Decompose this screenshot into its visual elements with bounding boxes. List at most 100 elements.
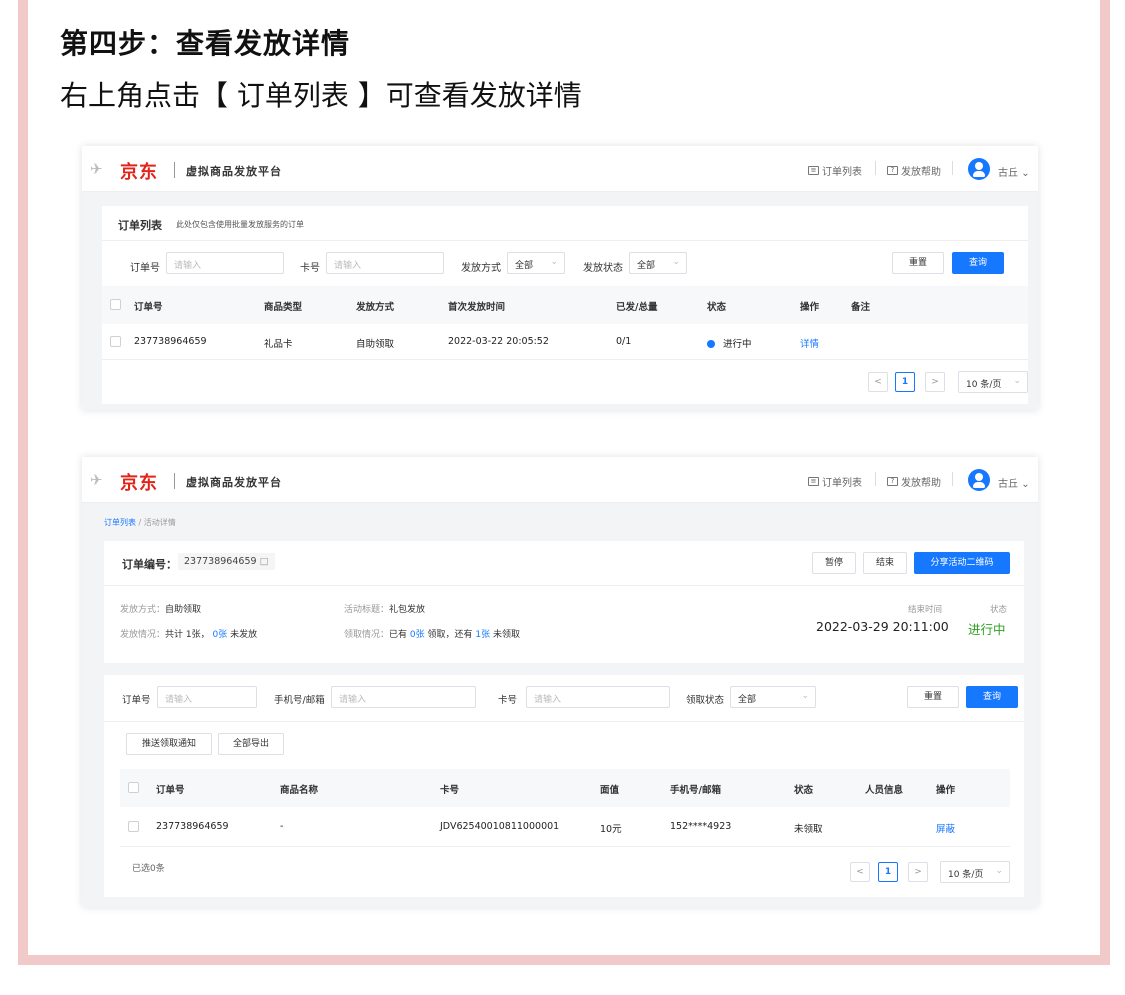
column-header: 订单号 [134,302,163,313]
issue-info: 发放情况：共计 1张， 0张 未发放 [120,627,257,640]
page-size-select[interactable]: 10 条/页 ⌄ [958,371,1028,393]
user-menu[interactable]: 古丘 ⌄ [998,475,1030,490]
column-header: 商品类型 [264,302,303,313]
status-cell: 进行中 [707,336,752,350]
order-no-label: 订单编号： [122,558,177,571]
issue-suffix: 未发放 [230,630,258,640]
card-no-input[interactable]: 请输入 [326,252,444,274]
top-bar: ✈ 京东 虚拟商品发放平台 ≡ 订单列表 ? 发放帮助 古丘 ⌄ [82,146,1038,192]
breadcrumb-order-list[interactable]: 订单列表 [104,518,136,527]
row-checkbox[interactable] [128,821,139,832]
search-button[interactable]: 查询 [952,252,1004,274]
end-time-value: 2022-03-29 20:11:00 [816,619,949,634]
platform-name: 虚拟商品发放平台 [186,476,282,489]
chevron-down-icon: ⌄ [1021,168,1030,179]
divider [104,585,1024,586]
breadcrumb-separator: / [138,518,142,527]
nav-divider [875,472,876,486]
help-icon: ? [887,166,898,175]
jd-logo[interactable]: 京东 [120,158,158,184]
chevron-down-icon: ⌄ [550,257,558,267]
prev-page-button[interactable]: < [868,372,888,392]
product-name-cell: - [280,821,284,832]
activity-info: 活动标题：礼包发放 [344,602,425,615]
detail-link[interactable]: 详情 [800,336,819,350]
chevron-down-icon: ⌄ [995,866,1003,876]
issue-key: 发放情况： [120,630,166,640]
reset-button[interactable]: 重置 [892,252,944,274]
export-all-button[interactable]: 全部导出 [218,733,284,755]
avatar[interactable] [968,469,990,491]
row-checkbox[interactable] [110,336,121,347]
nav-divider [952,161,953,175]
copy-icon[interactable]: □ [260,556,269,567]
order-no-filter-input[interactable]: 请输入 [157,686,257,708]
divider [104,721,1024,722]
nav-order-list-label: 订单列表 [822,167,862,178]
nav-help[interactable]: ? 发放帮助 [887,163,941,178]
share-qr-button[interactable]: 分享活动二维码 [914,552,1010,574]
value-cell: 10元 [600,824,622,835]
nav-order-list[interactable]: ≡ 订单列表 [808,163,862,178]
page-size-select[interactable]: 10 条/页 ⌄ [940,861,1010,883]
claim-prefix: 已有 [389,630,408,640]
claim-status-select[interactable]: 全部 ⌄ [730,686,816,708]
phone-filter-input[interactable]: 请输入 [331,686,476,708]
next-page-button[interactable]: > [925,372,945,392]
select-all-checkbox[interactable] [128,782,139,793]
jd-logo[interactable]: 京东 [120,469,158,495]
claim-status-value: 全部 [738,695,757,705]
order-no-label: 订单号 [130,263,160,274]
top-bar: ✈ 京东 虚拟商品发放平台 ≡ 订单列表 ? 发放帮助 古丘 ⌄ [82,457,1038,503]
chevron-down-icon: ⌄ [1013,376,1021,386]
column-header: 面值 [600,785,620,796]
claim-suffix: 未领取 [493,630,521,640]
issue-total: 共计 1张， [165,630,210,640]
avatar[interactable] [968,158,990,180]
first-time-cell: 2022-03-22 20:05:52 [448,336,549,347]
status-text: 进行中 [723,339,752,350]
activity-value: 礼包发放 [389,605,426,615]
reset-button[interactable]: 重置 [907,686,959,708]
jd-mascot-icon: ✈ [90,160,103,178]
order-no-input[interactable]: 请输入 [166,252,284,274]
platform-name: 虚拟商品发放平台 [186,165,282,178]
user-menu[interactable]: 古丘 ⌄ [998,164,1030,179]
block-link[interactable]: 屏蔽 [936,821,955,835]
logo-divider [174,473,175,489]
table-row: 237738964659 - JDV62540010811000001 10元 … [120,807,1010,847]
page-1-button[interactable]: 1 [895,372,915,392]
status-select[interactable]: 全部 ⌄ [629,252,687,274]
card-no-cell: JDV62540010811000001 [440,821,560,832]
nav-order-list-label: 订单列表 [822,478,862,489]
search-button[interactable]: 查询 [966,686,1018,708]
next-page-button[interactable]: > [908,862,928,882]
table-row: 237738964659 礼品卡 自助领取 2022-03-22 20:05:5… [102,324,1028,360]
status-select-value: 全部 [637,261,656,271]
jd-mascot-icon: ✈ [90,471,103,489]
page-title: 订单列表 [118,219,162,232]
method-select[interactable]: 全部 ⌄ [507,252,565,274]
list-icon: ≡ [808,477,819,486]
claim-middle: 领取，还有 [427,630,473,640]
status-dot-icon [707,340,715,348]
unclaimed-count: 1张 [475,630,491,640]
column-header: 备注 [851,302,871,313]
pause-button[interactable]: 暂停 [812,552,856,574]
nav-help-label: 发放帮助 [901,167,941,178]
page-size-value: 10 条/页 [948,870,984,880]
order-no-cell: 237738964659 [134,336,207,347]
user-name: 古丘 [998,168,1018,179]
end-button[interactable]: 结束 [863,552,907,574]
card-filter-input[interactable]: 请输入 [526,686,670,708]
page-1-button[interactable]: 1 [878,862,898,882]
select-all-checkbox[interactable] [110,299,121,310]
prev-page-button[interactable]: < [850,862,870,882]
card-filter-label: 卡号 [498,695,518,706]
column-header: 人员信息 [865,785,904,796]
nav-help[interactable]: ? 发放帮助 [887,474,941,489]
selected-count: 已选0条 [132,864,165,874]
push-notify-button[interactable]: 推送领取通知 [126,733,212,755]
nav-order-list[interactable]: ≡ 订单列表 [808,474,862,489]
card-no-label: 卡号 [300,263,320,274]
